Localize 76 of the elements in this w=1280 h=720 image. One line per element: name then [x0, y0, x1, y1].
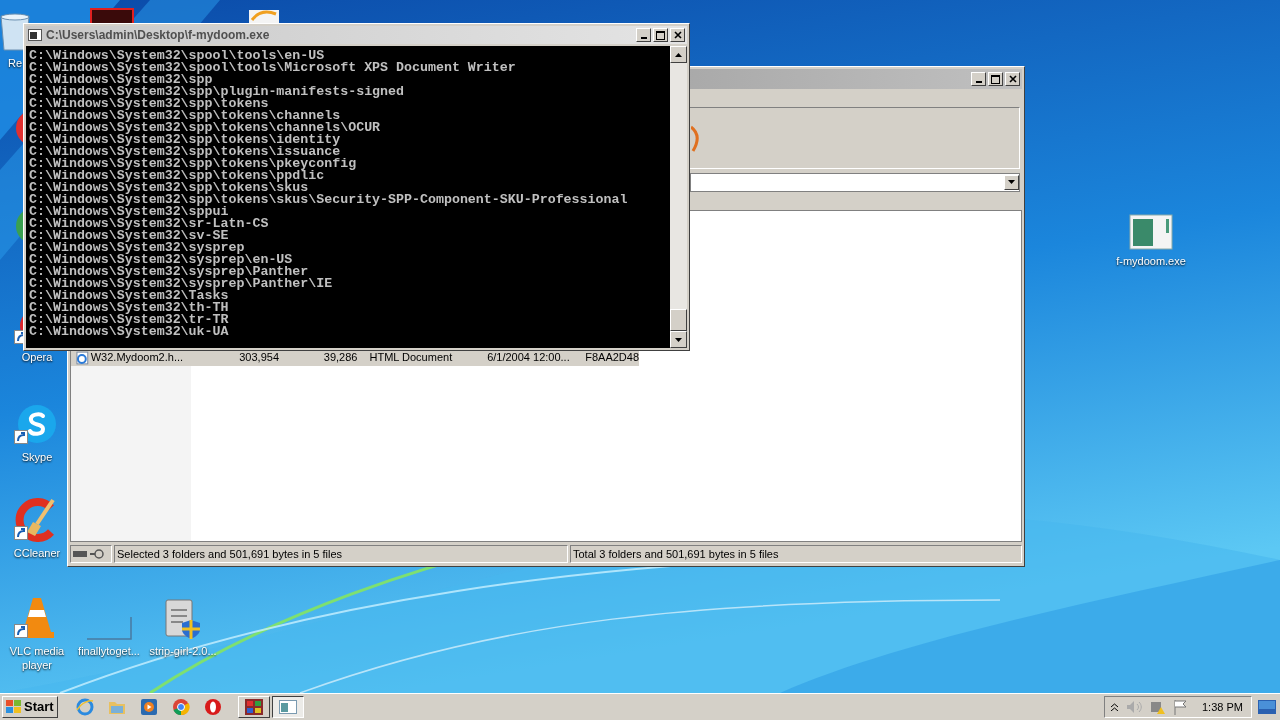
console-line: C:\Windows\System32\sysprep\Panther: [29, 266, 309, 278]
file-type: HTML Document: [369, 350, 454, 366]
program-window-icon: [1129, 214, 1173, 250]
chrome-icon[interactable]: [171, 698, 190, 716]
console-line: C:\Windows\System32\sppui: [29, 206, 229, 218]
scroll-up-icon: [675, 52, 682, 57]
shortcut-arrow-icon: [14, 624, 28, 638]
console-line: C:\Windows\System32\sysprep\en-US: [29, 254, 293, 266]
desktop-icon-label[interactable]: CCleaner: [13, 546, 61, 560]
console-line: C:\Windows\System32\spp\tokens\skus: [29, 182, 309, 194]
console-line: C:\Windows\System32\spp\tokens: [29, 98, 269, 110]
scroll-down-icon: [675, 337, 682, 342]
console-line: C:\Windows\System32\spool\tools\Microsoft XPS Document Writer: [29, 62, 517, 74]
desktop-icon-label[interactable]: Re: [7, 56, 23, 70]
grid-app-icon: [244, 699, 263, 715]
key-icon: [90, 549, 104, 559]
scroll-thumb[interactable]: [670, 309, 687, 331]
close-button[interactable]: [670, 28, 685, 42]
scrollbar[interactable]: [670, 46, 687, 348]
console-line: C:\Windows\System32\spp\tokens\issuance: [29, 146, 341, 158]
minimize-button[interactable]: [971, 72, 986, 86]
minimize-button[interactable]: [636, 28, 651, 42]
console-line: C:\Windows\System32\spp\tokens\channels\OCUR: [29, 122, 382, 134]
console-line: C:\Windows\System32\tr-TR: [29, 314, 230, 326]
flag-icon[interactable]: [1174, 699, 1188, 715]
console-line: C:\Windows\System32\uk-UA: [29, 326, 230, 338]
file-crc: F8AA2D48: [585, 350, 639, 366]
console-line: C:\Windows\System32\Tasks: [29, 290, 229, 302]
packed-size: 39,286: [322, 350, 358, 366]
windows-logo-icon: [6, 700, 22, 714]
play-icon[interactable]: [139, 698, 158, 716]
file-date: 6/1/2004 12:00...: [487, 350, 571, 366]
console-line: C:\Windows\System32\sysprep\Panther\IE: [29, 278, 334, 290]
chat-s-icon: [15, 402, 59, 446]
close-icon: [1008, 75, 1017, 83]
console-line: C:\Windows\System32\spp\tokens\ppdlic: [29, 170, 325, 182]
desktop-icon-label[interactable]: VLC media player: [6, 644, 68, 672]
dropdown-arrow-icon: [1008, 180, 1015, 184]
drive-icon: [73, 551, 87, 557]
status-text: Selected 3 folders and 501,691 bytes in 5 files: [114, 545, 568, 563]
console-line: C:\Windows\System32\sr-Latn-CS: [29, 218, 270, 230]
console-line: C:\Windows\System32\sysprep: [29, 242, 245, 254]
maximize-button[interactable]: [653, 28, 668, 42]
program-window-icon: [278, 700, 297, 714]
console-icon: [28, 29, 42, 41]
console-line: C:\Windows\System32\spp\plugin-manifests-signed: [29, 86, 406, 98]
desktop-icon-label[interactable]: finallytoget...: [78, 644, 140, 658]
shortcut-arrow-icon: [14, 526, 28, 540]
console-line: C:\Windows\System32\th-TH: [29, 302, 230, 314]
shortcut-arrow-icon: [14, 430, 28, 444]
maximize-icon: [991, 74, 1000, 84]
console-line: C:\Windows\System32\spp\tokens\skus\Security-SPP-Component-SKU-Professional: [29, 194, 629, 206]
console-line: C:\Windows\System32\spp\tokens\pkeyconfig: [29, 158, 358, 170]
maximize-icon: [656, 30, 665, 40]
console-line: C:\Windows\System32\spp\tokens\identity: [29, 134, 341, 146]
status-text: Total 3 folders and 501,691 bytes in 5 files: [570, 545, 1022, 563]
window-title: C:\Users\admin\Desktop\f-mydoom.exe: [46, 27, 271, 44]
taskbar-button[interactable]: [271, 696, 304, 718]
maximize-button[interactable]: [988, 72, 1003, 86]
console-line: C:\Windows\System32\spool\tools\en-US: [29, 50, 325, 62]
path-dropdown[interactable]: [690, 172, 1020, 192]
clock[interactable]: 1:38 PM: [1202, 698, 1243, 716]
close-icon: [673, 31, 682, 39]
chevron-up-icon[interactable]: [1111, 703, 1118, 711]
console-line: C:\Windows\System32\spp: [29, 74, 213, 86]
close-button[interactable]: [1005, 72, 1020, 86]
start-button[interactable]: Start: [2, 696, 58, 718]
file-size: 303,954: [238, 350, 279, 366]
desktop-icon-label[interactable]: f-mydoom.exe: [1116, 254, 1186, 268]
notepad-shield-icon: [163, 596, 203, 640]
desktop-icon-label[interactable]: Skype: [21, 450, 53, 464]
console-line: C:\Windows\System32\sv-SE: [29, 230, 229, 242]
file-name: W32.Mydoom2.h...: [90, 350, 185, 366]
opera-icon[interactable]: [203, 698, 222, 716]
console-line: C:\Windows\System32\spp\tokens\channels: [29, 110, 341, 122]
desktop-icon-label[interactable]: Opera: [21, 350, 53, 364]
